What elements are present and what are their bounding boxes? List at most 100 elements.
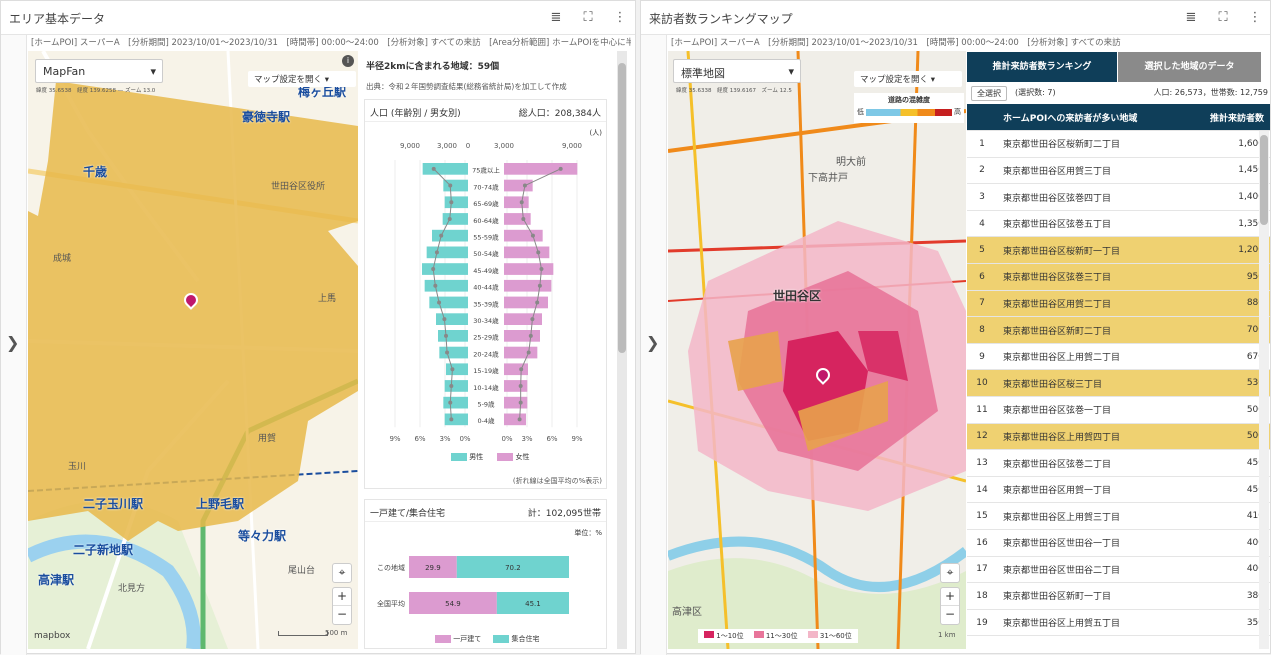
scroll-thumb[interactable] (618, 63, 626, 353)
traffic-scale: 低 高 (854, 105, 964, 119)
area-cell: 東京都世田谷区弦巻五丁目 (997, 210, 1186, 238)
male-bar (424, 279, 468, 292)
select-all-button[interactable]: 全選択 (971, 86, 1007, 101)
map-base (28, 51, 358, 649)
info-icon[interactable]: i (342, 55, 354, 67)
table-row[interactable]: 16 東京都世田谷区世田谷一丁目 400 (967, 529, 1270, 557)
map-settings-button[interactable]: マップ設定を開く ▾ (854, 71, 962, 87)
table-row[interactable]: 13 東京都世田谷区弦巻二丁目 450 (967, 449, 1270, 477)
count-cell: 1,200 (1185, 236, 1270, 265)
table-row[interactable]: 5 東京都世田谷区桜新町一丁目 1,200 (967, 236, 1270, 265)
expand-sidebar-button[interactable]: ❯ (641, 35, 667, 655)
table-row[interactable]: 14 東京都世田谷区用賀一丁目 450 (967, 476, 1270, 504)
area-header: ホームPOIへの来訪者が多い地域 (997, 104, 1186, 132)
caret-down-icon: ▾ (150, 65, 156, 78)
tab-visitor-ranking[interactable]: 推計来訪者数ランキング (967, 52, 1117, 82)
table-row[interactable]: 19 東京都世田谷区上用賀五丁目 350 (967, 609, 1270, 637)
fullscreen-icon[interactable]: ⛶ (579, 8, 597, 26)
table-row[interactable]: 4 東京都世田谷区弦巻五丁目 1,350 (967, 210, 1270, 238)
card-title: 人口 (年齢別 / 男女別) (370, 109, 461, 119)
count-cell: 1,350 (1185, 210, 1270, 238)
male-bar (442, 213, 468, 225)
map-style-value: MapFan (43, 65, 86, 78)
table-row[interactable]: 17 東京都世田谷区世田谷二丁目 400 (967, 556, 1270, 584)
detached-value: 54.9 (445, 600, 461, 608)
zoom-out-button[interactable]: − (333, 606, 351, 624)
male-bar (444, 380, 468, 392)
female-bar (504, 246, 550, 259)
male-bar (444, 196, 468, 209)
map-label: 高津駅 (38, 573, 75, 587)
table-row[interactable]: 1 東京都世田谷区桜新町二丁目 1,600 (967, 130, 1270, 158)
map-label: 等々力駅 (238, 529, 287, 543)
male-bar (422, 163, 468, 175)
female-bar (504, 380, 528, 392)
female-bar (504, 363, 528, 376)
pyramid-note: (折れ線は全国平均の%表示) (512, 477, 602, 485)
scroll-thumb[interactable] (1260, 135, 1268, 225)
table-row[interactable]: 15 東京都世田谷区上用賀三丁目 410 (967, 502, 1270, 530)
female-bar (504, 396, 528, 409)
table-row[interactable]: 9 東京都世田谷区上用賀二丁目 670 (967, 343, 1270, 371)
table-row[interactable]: 2 東京都世田谷区用賀三丁目 1,450 (967, 157, 1270, 185)
map-coordinates: 緯度 35.6538 経度 139.6258 — ズーム 13.0 (36, 88, 156, 94)
male-bar (438, 330, 468, 342)
area-cell: 東京都世田谷区世田谷二丁目 (997, 556, 1186, 584)
male-bar (439, 346, 468, 359)
map-settings-button[interactable]: マップ設定を開く ▾ (248, 71, 356, 87)
male-bar (436, 313, 468, 325)
map-style-value: 標準地図 (681, 67, 725, 80)
male-bar (426, 246, 468, 259)
housing-bar-chart: この地域 29.9 70.2 全国平均 54.9 45.1 (377, 556, 569, 614)
zoom-in-button[interactable]: + (333, 588, 351, 606)
legend-detached: 一戸建て (435, 634, 481, 644)
count-cell: 500 (1185, 423, 1270, 451)
panel-title: 来訪者数ランキングマップ (649, 12, 793, 26)
menu-lines-icon[interactable]: ≣ (1182, 8, 1200, 26)
population-total: 総人口：208,384人 (518, 109, 601, 119)
table-row[interactable]: 6 東京都世田谷区弦巻三丁目 950 (967, 263, 1270, 291)
population-pyramid-chart: 9,000 3,000 0 3,000 9,000 9% 6% 3% 0% 0% 3% 6% 9% 75歳… (389, 142, 582, 443)
area-map[interactable]: 豪徳寺駅 千歳 二子玉川駅 上野毛駅 等々力駅 二子新地駅 高津駅 梅ヶ丘駅 世… (28, 51, 358, 649)
count-cell: 400 (1185, 556, 1270, 584)
ranking-map[interactable]: 世田谷区 明大前 下高井戸 高津区 標準地図 ▾ 緯度 35.6338 経度 13… (668, 51, 966, 649)
count-cell: 700 (1185, 316, 1270, 344)
age-group-label: 15-19歳 (473, 366, 499, 375)
map-style-select[interactable]: 標準地図 ▾ (673, 59, 801, 83)
table-row[interactable]: 18 東京都世田谷区新町一丁目 380 (967, 582, 1270, 610)
chevron-right-icon: ❯ (646, 333, 660, 352)
more-vertical-icon[interactable]: ⋮ (611, 8, 629, 26)
map-style-select[interactable]: MapFan ▾ (35, 59, 163, 83)
male-bar (444, 413, 468, 426)
tab-selected-area-data[interactable]: 選択した地域のデータ (1118, 52, 1261, 82)
rank-cell: 8 (967, 316, 997, 344)
locate-button[interactable]: ⌖ (332, 563, 352, 583)
table-row[interactable]: 3 東京都世田谷区弦巻四丁目 1,400 (967, 183, 1270, 211)
table-row[interactable]: 12 東京都世田谷区上用賀四丁目 500 (967, 423, 1270, 451)
rank-cell: 16 (967, 529, 997, 557)
zoom-out-button[interactable]: − (941, 606, 959, 624)
expand-sidebar-button[interactable]: ❯ (1, 35, 27, 655)
locate-button[interactable]: ⌖ (940, 563, 960, 583)
more-vertical-icon[interactable]: ⋮ (1246, 8, 1264, 26)
scrollbar[interactable] (617, 51, 627, 649)
map-label: 世田谷区役所 (271, 182, 326, 192)
fullscreen-icon[interactable]: ⛶ (1214, 8, 1232, 26)
zoom-controls: + − (940, 587, 960, 625)
area-cell: 東京都世田谷区弦巻一丁目 (997, 396, 1186, 424)
age-group-label: 60-64歳 (473, 216, 499, 225)
bottom-tick: 3% (521, 435, 532, 443)
zoom-in-button[interactable]: + (941, 588, 959, 606)
rank-cell: 4 (967, 210, 997, 238)
legend-item: 11〜30位 (753, 631, 798, 641)
table-row[interactable]: 7 東京都世田谷区用賀二丁目 880 (967, 290, 1270, 318)
table-scrollbar[interactable] (1259, 131, 1269, 649)
table-row[interactable]: 8 東京都世田谷区新町二丁目 700 (967, 316, 1270, 344)
map-label: 千歳 (83, 165, 108, 179)
ranking-legend: 1〜10位 11〜30位 31〜60位 (698, 629, 858, 643)
table-row[interactable]: 10 東京都世田谷区桜三丁目 530 (967, 369, 1270, 398)
map-label: 玉川 (68, 462, 87, 472)
table-row[interactable]: 11 東京都世田谷区弦巻一丁目 500 (967, 396, 1270, 424)
legend-item: 31〜60位 (807, 631, 852, 641)
menu-lines-icon[interactable]: ≣ (547, 8, 565, 26)
